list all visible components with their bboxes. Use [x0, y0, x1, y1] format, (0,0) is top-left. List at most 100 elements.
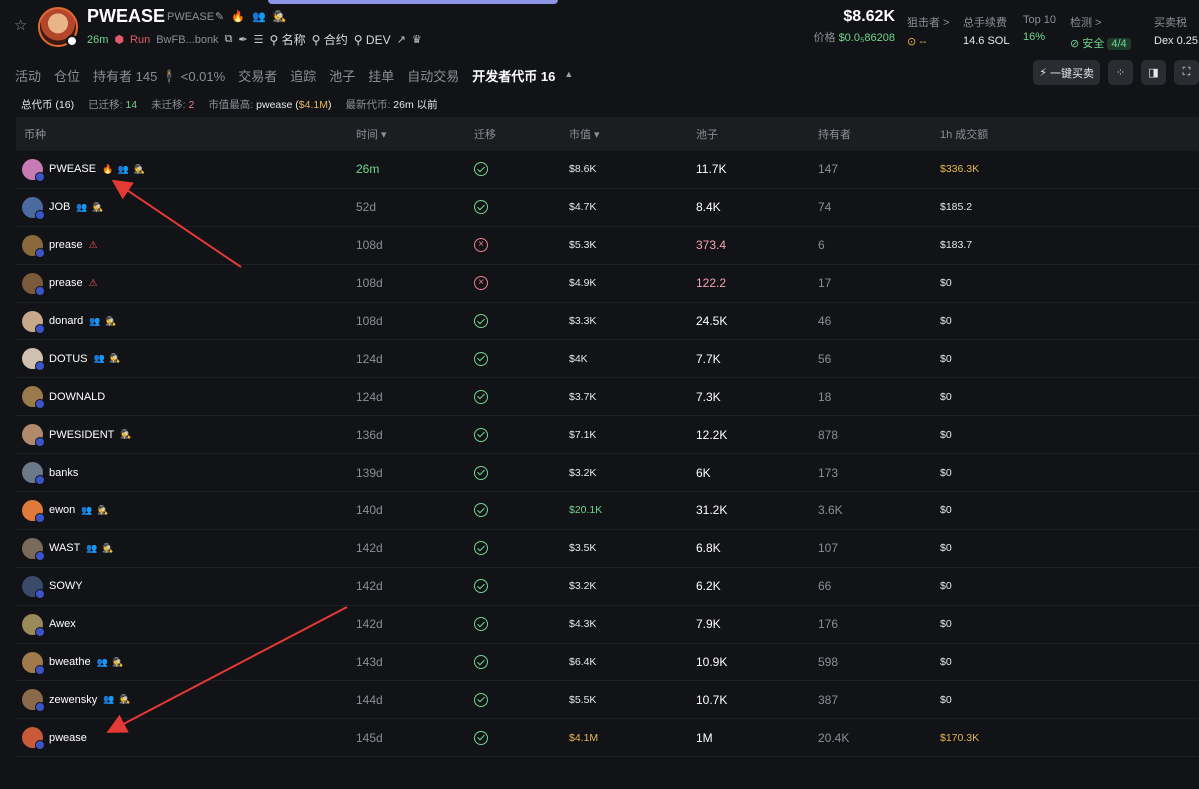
migration-status [474, 151, 488, 188]
token-holders: 17 [818, 276, 832, 291]
header-pool: 池子 [696, 129, 718, 141]
token-holders: 18 [818, 389, 832, 404]
tab-orders[interactable]: 挂单 [368, 66, 394, 85]
token-time: 108d [356, 238, 383, 253]
migrated-check-icon [474, 389, 488, 404]
token-time: 124d [356, 389, 383, 404]
table-row[interactable]: donard 👥 🕵 108d $3.3K 24.5K 46 $0 [16, 303, 1199, 341]
token-volume: $0 [940, 542, 952, 555]
token-time: 142d [356, 617, 383, 632]
avatar-badge-icon [66, 35, 78, 47]
tab-tracking[interactable]: 追踪 [290, 66, 316, 85]
list-icon[interactable]: ☰ [254, 33, 264, 46]
price-label: 价格 [813, 32, 836, 44]
token-holders: 598 [818, 655, 839, 670]
table-row[interactable]: prease ⚠ 108d × $5.3K 373.4 6 $183.7 [16, 227, 1199, 265]
search-name-button[interactable]: ⚲ 名称 [270, 31, 306, 48]
token-cell[interactable]: prease ⚠ [22, 265, 98, 302]
token-cell[interactable]: prease ⚠ [22, 227, 98, 264]
token-cell[interactable]: WAST 👥 🕵 [22, 530, 114, 567]
token-cell[interactable]: JOB 👥 🕵 [22, 189, 104, 226]
token-flags-icon: 👥 🕵 [89, 315, 118, 326]
token-holders: 147 [818, 162, 839, 177]
stat-value: Dex 0.25 [1154, 35, 1199, 47]
run-badge-icon: ⬢ [114, 34, 125, 46]
token-cell[interactable]: PWESIDENT 🕵 [22, 416, 133, 453]
table-row[interactable]: PWESIDENT 🕵 136d $7.1K 12.2K 878 $0 [16, 416, 1199, 455]
token-flags-icon: 👥 🕵 [96, 656, 125, 667]
tab-positions[interactable]: 仓位 [54, 66, 80, 85]
token-cell[interactable]: pwease [22, 719, 93, 756]
external-link-icon[interactable]: ↗ [397, 33, 406, 46]
migrated-label: 已迁移: [88, 99, 123, 111]
table-row[interactable]: DOWNALD 124d $3.7K 7.3K 18 $0 [16, 378, 1199, 417]
token-pool: 6K [696, 465, 711, 480]
price-line: 价格 $0.0₅86208 [805, 29, 896, 45]
expand-button[interactable]: ⛶ [1174, 60, 1199, 85]
header-volume: 1h 成交额 [940, 129, 989, 141]
token-cell[interactable]: ewon 👥 🕵 [22, 492, 109, 529]
token-cell[interactable]: banks [22, 454, 84, 491]
migrated-count: 已迁移: 14 [88, 97, 137, 112]
top-mcap-value: $4.1M [298, 99, 328, 111]
table-row[interactable]: banks 139d $3.2K 6K 173 $0 [16, 454, 1199, 493]
table-row[interactable]: Awex 142d $4.3K 7.9K 176 $0 [16, 606, 1199, 644]
collapse-caret-icon[interactable]: ▲ [564, 69, 573, 85]
token-avatar [38, 7, 78, 47]
latest-token: 最新代币: 26m 以前 [345, 97, 437, 112]
table-row[interactable]: SOWY 142d $3.2K 6.2K 66 $0 [16, 568, 1199, 606]
tab-dev-tokens[interactable]: 开发者代币 16 [472, 66, 555, 85]
quick-trade-button[interactable]: ⚡ 一键买卖 [1033, 60, 1100, 85]
stat-snipers[interactable]: 狙击者 > ⊙ -- [907, 14, 949, 48]
table-row[interactable]: bweathe 👥 🕵 143d $6.4K 10.9K 598 $0 [16, 644, 1199, 682]
panel-toggle-button[interactable]: ◨ [1141, 60, 1166, 85]
top-mcap-label: 市值最高: [208, 99, 254, 111]
token-name: zewensky [49, 693, 98, 706]
migration-status [474, 378, 488, 415]
table-row[interactable]: WAST 👥 🕵 142d $3.5K 6.8K 107 $0 [16, 530, 1199, 568]
token-cell[interactable]: DOTUS 👥 🕵 [22, 340, 121, 377]
table-row[interactable]: pwease 145d $4.1M 1M 20.4K $170.3K [16, 719, 1199, 758]
token-cell[interactable]: zewensky 👥 🕵 [22, 681, 131, 718]
tab-activity[interactable]: 活动 [15, 66, 41, 85]
search-contract-button[interactable]: ⚲ 合约 [312, 31, 348, 48]
migration-status [474, 492, 488, 529]
feather-icon[interactable]: ✒ [238, 33, 247, 46]
table-row[interactable]: prease ⚠ 108d × $4.9K 122.2 17 $0 [16, 265, 1199, 303]
safe-label: ⊘ 安全 [1070, 38, 1105, 50]
table-row[interactable]: JOB 👥 🕵 52d $4.7K 8.4K 74 $185.2 [16, 189, 1199, 227]
tab-traders[interactable]: 交易者 [238, 66, 277, 85]
tab-pools[interactable]: 池子 [329, 66, 355, 85]
table-row[interactable]: PWEASE 🔥 👥 🕵 26m $8.6K 11.7K 147 $336.3K [16, 151, 1199, 189]
search-dev-button[interactable]: ⚲ DEV [354, 33, 391, 47]
table-row[interactable]: ewon 👥 🕵 140d $20.1K 31.2K 3.6K $0 [16, 492, 1199, 530]
token-cell[interactable]: PWEASE 🔥 👥 🕵 [22, 151, 146, 188]
tab-bar: 活动 仓位 持有者 145 🕴 <0.01% 交易者 追踪 池子 挂单 自动交易… [15, 66, 573, 85]
search-dev-label: DEV [365, 32, 391, 47]
favorite-star-icon[interactable]: ☆ [14, 18, 30, 34]
token-age: 26m [87, 33, 109, 46]
token-cell[interactable]: donard 👥 🕵 [22, 303, 117, 340]
bubble-map-button[interactable]: ⁘ [1108, 60, 1133, 85]
migration-status [474, 719, 488, 756]
header-time[interactable]: 时间 ▾ [356, 117, 387, 151]
stat-total-fees: 总手续费 14.6 SOL [963, 14, 1009, 47]
token-name: DOWNALD [49, 390, 106, 403]
top-highlight-bar [268, 0, 558, 4]
token-cell[interactable]: DOWNALD [22, 378, 111, 415]
stat-audit[interactable]: 检测 > ⊘ 安全 4/4 [1070, 14, 1131, 51]
migrated-check-icon [474, 162, 488, 177]
token-cell[interactable]: bweathe 👥 🕵 [22, 644, 125, 681]
table-row[interactable]: zewensky 👥 🕵 144d $5.5K 10.7K 387 $0 [16, 681, 1199, 720]
tab-holders[interactable]: 持有者 145 🕴 <0.01% [93, 66, 225, 85]
copy-icon[interactable]: ⧉ [225, 33, 233, 46]
table-row[interactable]: DOTUS 👥 🕵 124d $4K 7.7K 56 $0 [16, 340, 1199, 379]
tab-auto-trade[interactable]: 自动交易 [407, 66, 459, 85]
migrated-check-icon [474, 465, 488, 480]
token-name: JOB [49, 201, 71, 214]
token-name: prease [49, 277, 83, 290]
header-mcap[interactable]: 市值 ▾ [569, 117, 600, 151]
token-cell[interactable]: Awex [22, 606, 82, 643]
crown-icon[interactable]: ♛ [412, 33, 422, 46]
token-cell[interactable]: SOWY [22, 568, 89, 605]
